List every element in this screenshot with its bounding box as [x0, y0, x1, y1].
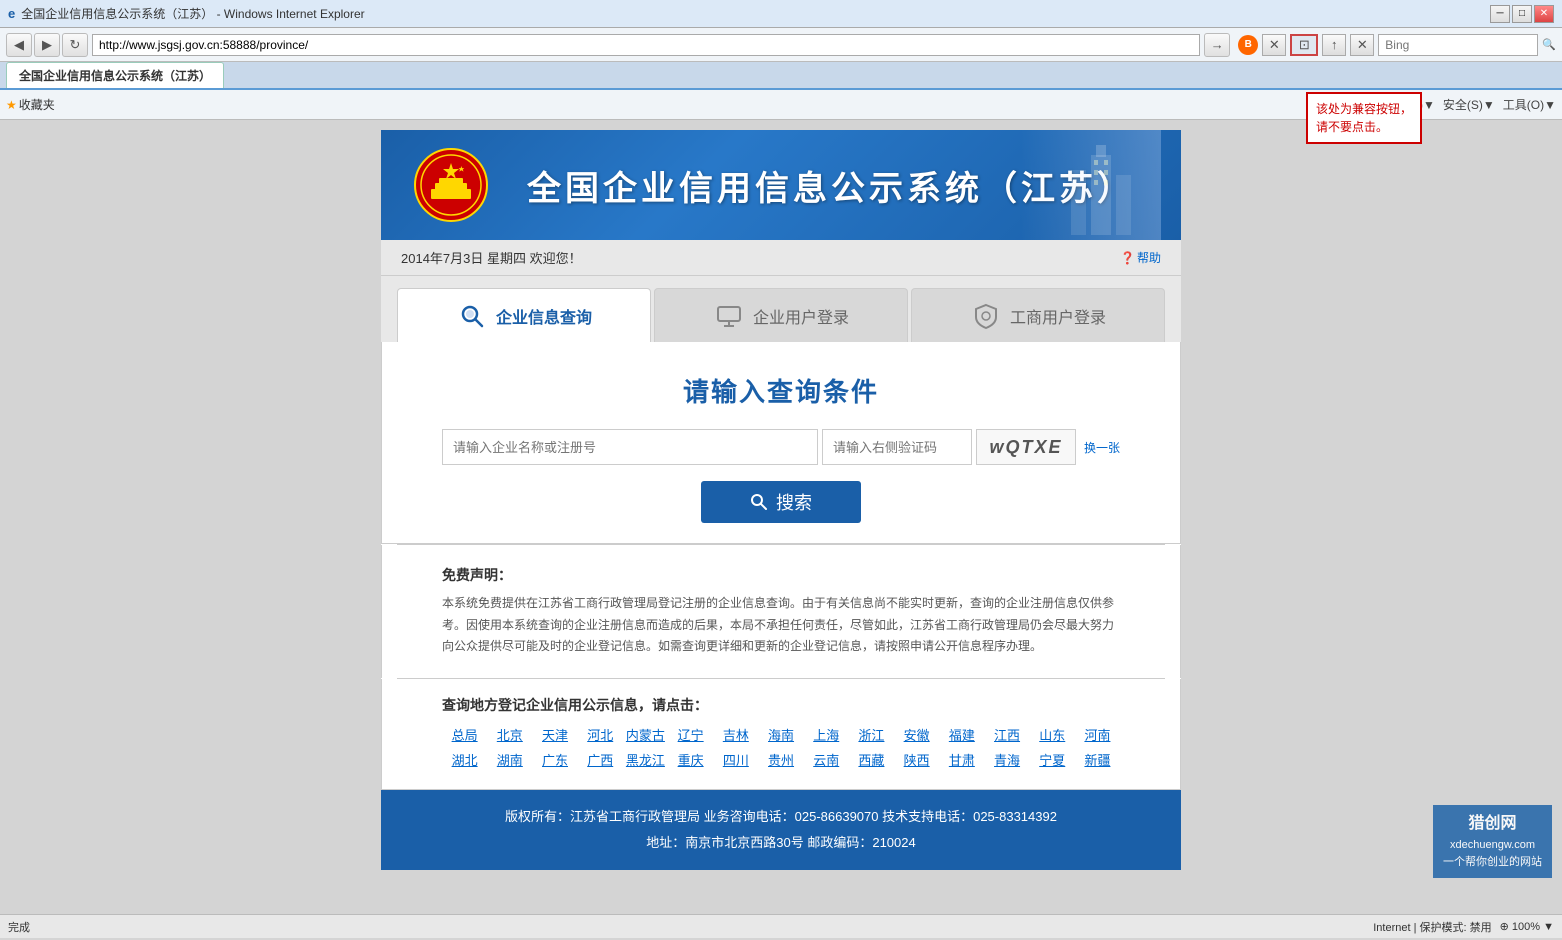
browser-title: 全国企业信用信息公示系统（江苏） - Windows Internet Expl… [21, 5, 364, 22]
search-area: 请输入查询条件 wQTXE 换一张 搜索 [381, 342, 1181, 544]
browser-tab[interactable]: 全国企业信用信息公示系统（江苏） [6, 62, 224, 88]
disclaimer-text: 本系统免费提供在江苏省工商行政管理局登记注册的企业信息查询。由于有关信息尚不能实… [442, 593, 1120, 658]
region-link[interactable]: 云南 [804, 750, 849, 769]
region-link[interactable]: 天津 [532, 725, 577, 744]
pin-button[interactable]: ↑ [1322, 34, 1346, 56]
stop-button[interactable]: ✕ [1262, 34, 1286, 56]
monitor-icon [713, 300, 745, 332]
go-button[interactable]: → [1204, 33, 1230, 57]
region-link[interactable]: 甘肃 [939, 750, 984, 769]
region-link[interactable]: 河北 [578, 725, 623, 744]
address-bar: ◀ ▶ ↻ → B ✕ ⊡ ↑ ✕ 🔍 [0, 28, 1562, 62]
region-link[interactable]: 安徽 [894, 725, 939, 744]
region-link[interactable]: 重庆 [668, 750, 713, 769]
region-link[interactable]: 总局 [442, 725, 487, 744]
date-display: 2014年7月3日 星期四 欢迎您！ [401, 248, 582, 267]
region-links: 总局北京天津河北内蒙古辽宁吉林海南上海浙江安徽福建江西山东河南 湖北湖南广东广西… [442, 725, 1120, 769]
tab-query[interactable]: 企业信息查询 [397, 288, 651, 342]
favorites-button[interactable]: ★ 收藏夹 [6, 96, 55, 113]
region-link[interactable]: 山东 [1030, 725, 1075, 744]
main-tabs: 企业信息查询 企业用户登录 [381, 276, 1181, 342]
region-link[interactable]: 上海 [804, 725, 849, 744]
region-link[interactable]: 贵州 [758, 750, 803, 769]
company-name-input[interactable] [442, 429, 818, 465]
region-link[interactable]: 湖北 [442, 750, 487, 769]
search-button-icon [750, 493, 768, 511]
banner-building [1021, 130, 1161, 240]
region-link[interactable]: 黑龙江 [623, 750, 668, 769]
status-bar: 完成 Internet | 保护模式: 禁用 ⊕ 100% ▼ [0, 914, 1562, 938]
region-link[interactable]: 吉林 [713, 725, 758, 744]
captcha-input[interactable] [822, 429, 972, 465]
region-link[interactable]: 西藏 [849, 750, 894, 769]
region-row-2: 湖北湖南广东广西黑龙江重庆四川贵州云南西藏陕西甘肃青海宁夏新疆 [442, 750, 1120, 769]
footer-line2: 地址：南京市北京西路30号 邮政编码：210024 [401, 830, 1161, 856]
address-input[interactable] [92, 34, 1200, 56]
region-link[interactable]: 广东 [532, 750, 577, 769]
watermark-name: 猎创网 [1443, 811, 1542, 837]
minimize-button[interactable]: ─ [1490, 5, 1510, 23]
region-link[interactable]: 辽宁 [668, 725, 713, 744]
watermark: 猎创网 xdechuengw.com 一个帮你创业的网站 [1433, 805, 1552, 878]
region-link[interactable]: 湖南 [487, 750, 532, 769]
refresh-button[interactable]: ↻ [62, 33, 88, 57]
stop-nav-button[interactable]: ✕ [1350, 34, 1374, 56]
back-button[interactable]: ◀ [6, 33, 32, 57]
search-go-button[interactable]: 🔍 [1542, 38, 1556, 51]
search-button[interactable]: 搜索 [701, 481, 861, 523]
region-row-1: 总局北京天津河北内蒙古辽宁吉林海南上海浙江安徽福建江西山东河南 [442, 725, 1120, 744]
help-link[interactable]: ❓ 帮助 [1120, 249, 1161, 266]
footer-line1: 版权所有：江苏省工商行政管理局 业务咨询电话：025-86639070 技术支持… [401, 804, 1161, 830]
bing-icon: B [1238, 35, 1258, 55]
region-link[interactable]: 河南 [1075, 725, 1120, 744]
region-link[interactable]: 内蒙古 [623, 725, 668, 744]
tab-enterprise-login[interactable]: 企业用户登录 [654, 288, 908, 342]
search-icon [456, 300, 488, 332]
region-title: 查询地方登记企业信用公示信息，请点击： [442, 695, 1120, 715]
region-area: 查询地方登记企业信用公示信息，请点击： 总局北京天津河北内蒙古辽宁吉林海南上海浙… [381, 679, 1181, 790]
annotation-box: 该处为兼容按钮， 请不要点击。 [1306, 92, 1422, 144]
compat-button[interactable]: ⊡ [1290, 34, 1318, 56]
region-link[interactable]: 新疆 [1075, 750, 1120, 769]
browser-title-bar: e 全国企业信用信息公示系统（江苏） - Windows Internet Ex… [0, 0, 1562, 28]
refresh-captcha-link[interactable]: 换一张 [1084, 439, 1120, 456]
window-controls[interactable]: ─ □ ✕ [1490, 5, 1554, 23]
region-link[interactable]: 宁夏 [1030, 750, 1075, 769]
watermark-slogan: 一个帮你创业的网站 [1443, 854, 1542, 872]
region-link[interactable]: 陕西 [894, 750, 939, 769]
main-container: 全国企业信用信息公示系统（江苏） 2 [381, 130, 1181, 870]
header-banner: 全国企业信用信息公示系统（江苏） [381, 130, 1181, 240]
region-link[interactable]: 广西 [578, 750, 623, 769]
national-emblem [411, 145, 491, 225]
tab-admin-login[interactable]: 工商用户登录 [911, 288, 1165, 342]
region-link[interactable]: 青海 [984, 750, 1029, 769]
shield-icon [970, 300, 1002, 332]
search-title: 请输入查询条件 [442, 372, 1120, 409]
search-inputs-row: wQTXE 换一张 [442, 429, 1120, 465]
region-link[interactable]: 浙江 [849, 725, 894, 744]
forward-button[interactable]: ▶ [34, 33, 60, 57]
safety-menu[interactable]: 安全(S)▼ [1443, 96, 1495, 113]
status-text: 完成 [8, 919, 30, 935]
region-link[interactable]: 海南 [758, 725, 803, 744]
region-link[interactable]: 江西 [984, 725, 1029, 744]
bing-search-input[interactable] [1378, 34, 1538, 56]
tools-menu[interactable]: 工具(O)▼ [1503, 96, 1556, 113]
region-link[interactable]: 北京 [487, 725, 532, 744]
footer: 版权所有：江苏省工商行政管理局 业务咨询电话：025-86639070 技术支持… [381, 790, 1181, 870]
browser-tab-bar: 全国企业信用信息公示系统（江苏） [0, 62, 1562, 90]
watermark-url: xdechuengw.com [1443, 837, 1542, 855]
content-area: 全国企业信用信息公示系统（江苏） 2 [0, 120, 1562, 940]
region-link[interactable]: 福建 [939, 725, 984, 744]
maximize-button[interactable]: □ [1512, 5, 1532, 23]
close-button[interactable]: ✕ [1534, 5, 1554, 23]
disclaimer-title: 免费声明： [442, 565, 1120, 585]
zoom-level[interactable]: ⊕ 100% ▼ [1500, 920, 1554, 933]
internet-zone: Internet | 保护模式: 禁用 [1373, 919, 1491, 935]
captcha-image: wQTXE [976, 429, 1076, 465]
disclaimer-area: 免费声明： 本系统免费提供在江苏省工商行政管理局登记注册的企业信息查询。由于有关… [381, 545, 1181, 678]
info-bar: 2014年7月3日 星期四 欢迎您！ ❓ 帮助 [381, 240, 1181, 276]
region-link[interactable]: 四川 [713, 750, 758, 769]
